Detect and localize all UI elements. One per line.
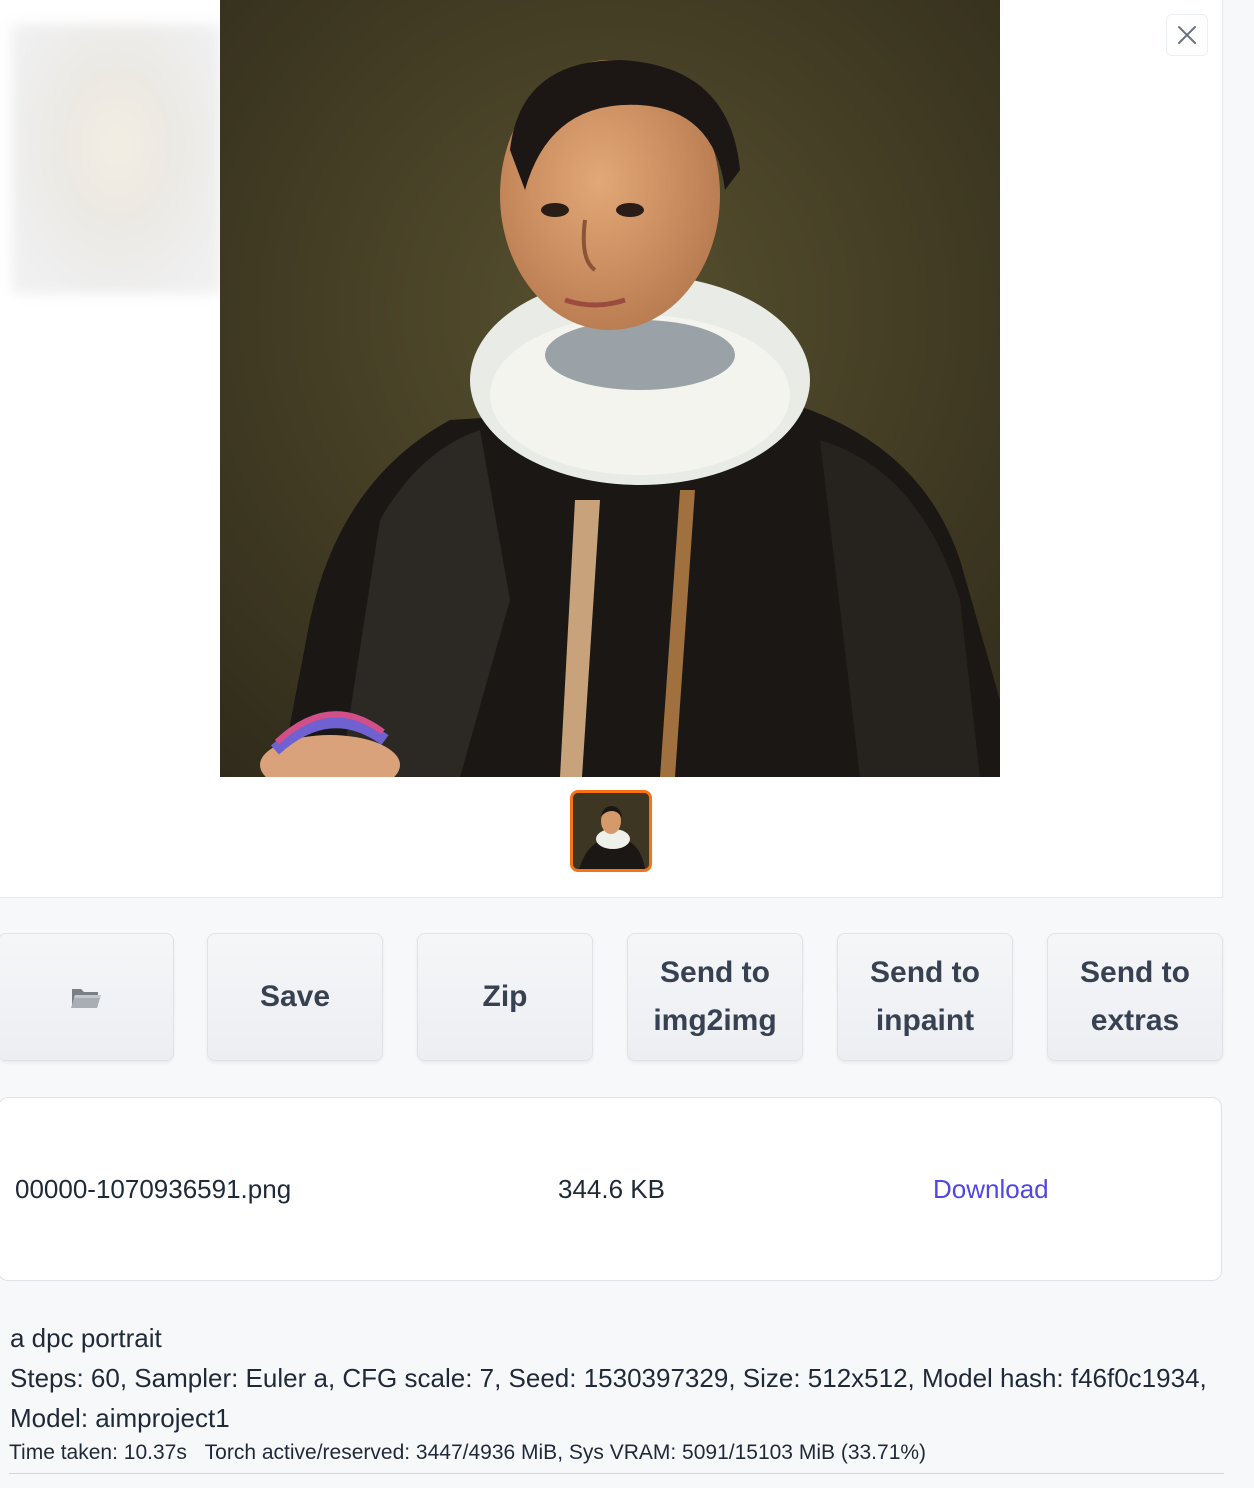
send-to-img2img-button[interactable]: Send to img2img xyxy=(627,933,803,1061)
preview-image[interactable] xyxy=(220,0,1000,777)
blurred-background-thumbnail xyxy=(12,24,222,294)
generation-params-line2: Model: aimproject1 xyxy=(10,1403,230,1433)
performance-stats: Time taken: 10.37s Torch active/reserved… xyxy=(9,1441,1224,1474)
save-button-label: Save xyxy=(259,980,331,1013)
close-icon xyxy=(1178,26,1196,44)
zip-button[interactable]: Zip xyxy=(417,933,593,1061)
file-list: 00000-1070936591.png 344.6 KB Download xyxy=(0,1097,1222,1281)
save-button[interactable]: Save xyxy=(207,933,383,1061)
open-folder-button[interactable] xyxy=(0,933,174,1061)
time-taken: Time taken: 10.37s xyxy=(9,1441,187,1464)
folder-icon xyxy=(71,989,101,1008)
prompt-text: a dpc portrait xyxy=(10,1323,162,1353)
send-to-inpaint-button[interactable]: Send to inpaint xyxy=(837,933,1013,1061)
send-to-extras-button[interactable]: Send to extras xyxy=(1047,933,1223,1061)
memory-usage: Torch active/reserved: 3447/4936 MiB, Sy… xyxy=(204,1441,927,1464)
file-name: 00000-1070936591.png xyxy=(15,1174,292,1204)
download-link[interactable]: Download xyxy=(933,1174,1049,1205)
close-button[interactable] xyxy=(1166,14,1208,56)
file-size: 344.6 KB xyxy=(558,1174,665,1204)
gallery-thumbnail-selected[interactable] xyxy=(570,790,652,872)
send-to-inpaint-line1: Send to xyxy=(870,956,980,989)
zip-button-label: Zip xyxy=(482,980,528,1013)
send-to-inpaint-line2: inpaint xyxy=(875,1004,975,1037)
send-to-extras-line1: Send to xyxy=(1080,956,1190,989)
generation-params-line1: Steps: 60, Sampler: Euler a, CFG scale: … xyxy=(10,1363,1207,1393)
image-gallery xyxy=(0,0,1223,898)
generation-info: a dpc portrait Steps: 60, Sampler: Euler… xyxy=(10,1318,1210,1438)
send-to-img2img-line1: Send to xyxy=(660,956,770,989)
send-to-img2img-line2: img2img xyxy=(653,1004,777,1037)
send-to-extras-line2: extras xyxy=(1090,1004,1180,1037)
